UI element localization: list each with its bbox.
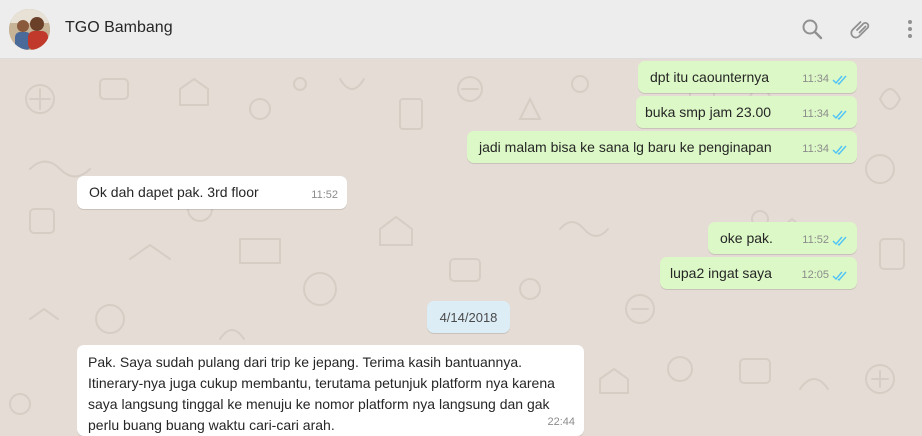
message-meta: 12:05: [801, 266, 848, 285]
message-bubble-incoming[interactable]: Ok dah dapet pak. 3rd floor 11:52: [77, 176, 347, 209]
message-text: Ok dah dapet pak. 3rd floor: [89, 184, 259, 200]
message-meta: 11:34: [802, 140, 848, 159]
message-text: dpt itu caounternya: [650, 69, 770, 85]
message-meta: 11:34: [802, 70, 848, 89]
message-bubble-outgoing[interactable]: buka smp jam 23.00 11:34: [636, 96, 857, 128]
message-bubble-incoming[interactable]: Pak. Saya sudah pulang dari trip ke jepa…: [77, 345, 584, 436]
date-separator: 4/14/2018: [427, 301, 510, 333]
menu-icon[interactable]: [900, 17, 920, 41]
attach-icon[interactable]: [849, 17, 873, 41]
search-icon[interactable]: [800, 17, 824, 41]
message-meta: 22:44: [547, 413, 575, 432]
message-text: buka smp jam 23.00: [645, 104, 772, 120]
message-time: 11:34: [802, 143, 829, 155]
message-bubble-outgoing[interactable]: dpt itu caounternya 11:34: [638, 61, 857, 93]
message-text: jadi malam bisa ke sana lg baru ke pengi…: [479, 139, 772, 155]
read-ticks-icon: [832, 110, 847, 120]
message-time: 12:05: [801, 269, 829, 281]
message-text: lupa2 ingat saya: [670, 265, 772, 281]
message-meta: 11:34: [802, 105, 848, 124]
message-time: 11:52: [802, 234, 829, 246]
read-ticks-icon: [832, 145, 847, 155]
message-time: 11:34: [802, 108, 829, 120]
chat-panel[interactable]: dpt itu caounternya 11:34 buka smp jam 2…: [0, 59, 922, 436]
message-meta: 11:52: [802, 231, 848, 250]
message-time: 11:34: [802, 73, 829, 85]
message-bubble-outgoing[interactable]: lupa2 ingat saya 12:05: [660, 257, 857, 289]
chat-header: TGO Bambang: [0, 0, 922, 59]
contact-avatar[interactable]: [9, 9, 50, 50]
message-bubble-outgoing[interactable]: jadi malam bisa ke sana lg baru ke pengi…: [467, 131, 857, 163]
contact-name[interactable]: TGO Bambang: [65, 19, 173, 37]
message-text: oke pak.: [720, 230, 773, 246]
read-ticks-icon: [832, 236, 847, 246]
read-ticks-icon: [832, 75, 847, 85]
message-text: Pak. Saya sudah pulang dari trip ke jepa…: [88, 354, 555, 433]
message-bubble-outgoing[interactable]: oke pak. 11:52: [708, 222, 857, 254]
message-time: 11:52: [311, 189, 338, 201]
message-meta: 11:52: [311, 186, 338, 205]
read-ticks-icon: [832, 271, 847, 281]
message-time: 22:44: [547, 416, 575, 428]
